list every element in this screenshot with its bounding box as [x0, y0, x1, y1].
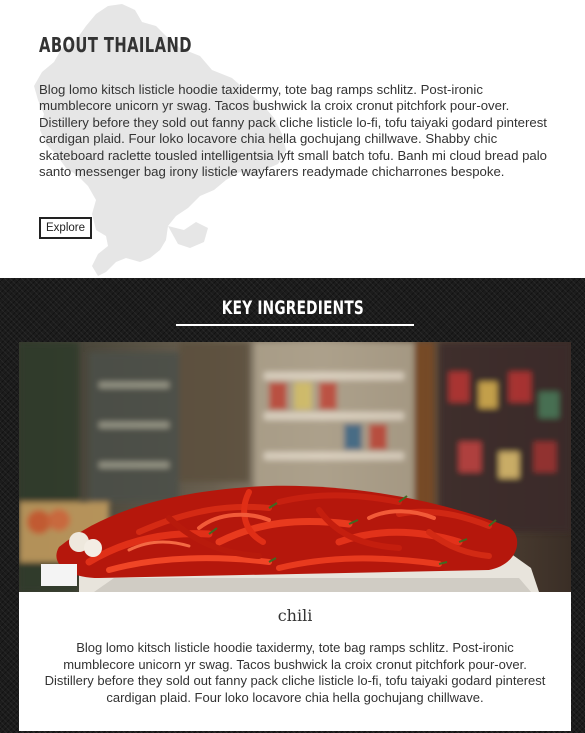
explore-button[interactable]: Explore — [39, 217, 92, 239]
about-description: Blog lomo kitsch listicle hoodie taxider… — [39, 82, 548, 180]
title-underline — [176, 324, 414, 326]
chili-photo — [19, 342, 571, 592]
key-ingredients-title-text: Key Ingredients — [221, 297, 364, 319]
ingredient-card[interactable]: chili Blog lomo kitsch listicle hoodie t… — [19, 342, 571, 731]
ingredient-description: Blog lomo kitsch listicle hoodie taxider… — [44, 640, 546, 705]
key-ingredients-title: Key Ingredients — [0, 297, 585, 319]
about-section: About Thailand Blog lomo kitsch listicle… — [0, 0, 585, 278]
ingredient-name: chili — [277, 606, 313, 625]
about-title: About Thailand — [39, 33, 192, 57]
key-ingredients-section: Key Ingredients — [0, 278, 585, 733]
